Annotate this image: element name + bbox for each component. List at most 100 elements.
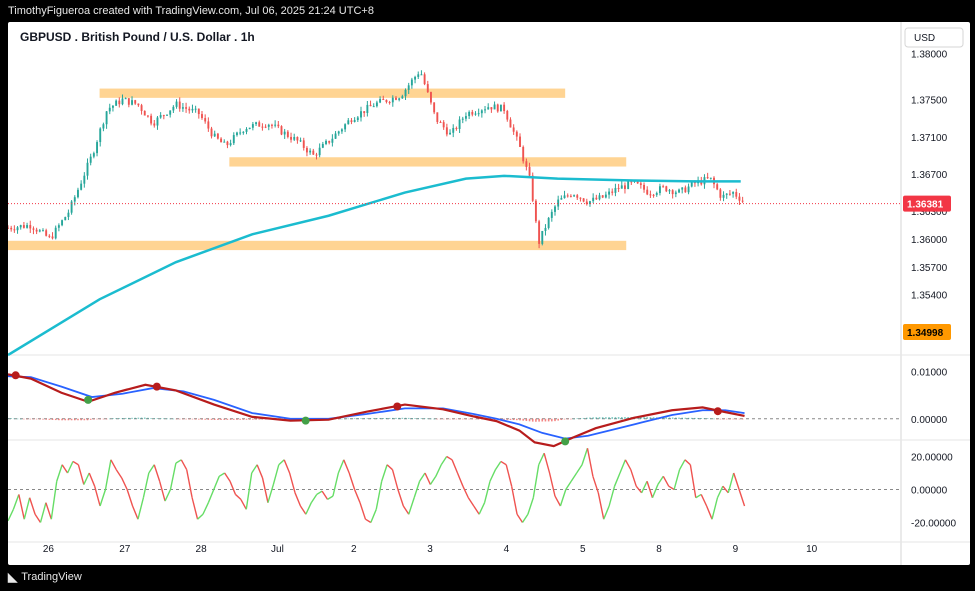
oscillator-segment (359, 502, 367, 520)
chart-canvas[interactable]: GBPUSD . British Pound / U.S. Dollar . 1… (8, 22, 970, 565)
candle-body (681, 187, 684, 190)
candle-body (153, 123, 156, 126)
macd-hist-bar (115, 418, 117, 419)
macd-hist-bar (716, 418, 718, 420)
oscillator-segment (419, 472, 426, 482)
candle-body (220, 138, 223, 143)
candle-body (442, 122, 445, 128)
oscillator-segment (61, 464, 69, 474)
oscillator-segment (34, 513, 42, 523)
candle-body (102, 124, 105, 129)
candle-body (512, 127, 515, 132)
oscillator-segment (337, 459, 345, 474)
candle-body (382, 99, 385, 101)
candle-body (363, 111, 366, 114)
macd-hist-bar (671, 417, 674, 419)
oscillator-segment (451, 459, 459, 474)
macd-hist-bar (395, 417, 397, 419)
candle-body (318, 147, 321, 156)
candle-body (741, 200, 744, 202)
oscillator-segment (684, 459, 691, 466)
macd-hist-bar (528, 418, 531, 422)
macd-hist-bar (166, 418, 168, 420)
oscillator-segment (711, 497, 719, 520)
macd-hist-bar (735, 418, 738, 420)
candle-body (401, 96, 404, 99)
oscillator-segment (126, 489, 134, 507)
time-tick-label: 2 (351, 544, 357, 555)
candle-body (169, 110, 172, 115)
macd-hist-bar (112, 418, 114, 420)
tradingview-footer: ◣ TradingView (8, 570, 82, 584)
macd-hist-bar (350, 418, 353, 420)
oscillator-segment (435, 464, 442, 477)
macd-hist-bar (401, 417, 404, 419)
macd-hist-bar (503, 418, 505, 420)
macd-hist-bar (554, 418, 556, 422)
chart-panel[interactable]: GBPUSD . British Pound / U.S. Dollar . 1… (8, 22, 970, 565)
macd-hist-bar (601, 417, 604, 419)
candle-body (538, 221, 541, 244)
macd-hist-bar (449, 418, 451, 420)
oscillator-segment (375, 481, 383, 510)
candle-body (722, 194, 725, 198)
candle-body (175, 101, 178, 107)
macd-hist-bar (32, 418, 35, 420)
macd-hist-bar (388, 417, 391, 419)
support-resistance-zone (229, 157, 627, 167)
candle-body (728, 193, 731, 195)
oscillator-segment (327, 495, 334, 500)
time-tick-label: 26 (43, 544, 55, 555)
macd-hist-bar (337, 418, 340, 420)
macd-hist-bar (423, 418, 426, 420)
oscillator-segment (348, 472, 356, 490)
candle-body (213, 133, 216, 137)
oscillator-segment (576, 464, 583, 474)
oscillator-segment (272, 464, 280, 485)
time-tick-label: 28 (196, 544, 208, 555)
oscillator-segment (202, 502, 210, 515)
oscillator-segment (700, 494, 708, 507)
macd-hist-bar (392, 417, 394, 419)
candle-body (544, 227, 547, 231)
macd-hist-bar (156, 418, 159, 419)
macd-hist-bar (436, 418, 439, 420)
candle-body (398, 98, 401, 100)
oscillator-segment (603, 505, 610, 520)
oscillator-segment (473, 505, 480, 515)
macd-hist-bar (223, 418, 226, 420)
macd-hist-bar (10, 418, 12, 419)
candle-body (420, 74, 423, 76)
oscillator-segment (353, 489, 361, 503)
oscillator-segment (99, 489, 107, 507)
candle-body (121, 98, 124, 105)
macd-hist-bar (204, 418, 206, 420)
candle-body (417, 74, 420, 77)
candle-body (312, 150, 315, 155)
macd-hist-bar (417, 418, 420, 419)
candle-body (232, 135, 235, 144)
candle-body (458, 119, 461, 129)
macd-hist-bar (519, 418, 521, 421)
candle-body (604, 194, 607, 198)
candle-body (201, 114, 203, 119)
candle-body (105, 111, 108, 125)
candle-body (439, 121, 442, 123)
macd-hist-bar (455, 418, 458, 420)
macd-hist-bar (608, 417, 610, 419)
candle-body (366, 104, 369, 114)
macd-hist-bar (191, 418, 194, 420)
oscillator-segment (402, 505, 410, 515)
candle-body (678, 189, 680, 193)
oscillator-segment (467, 497, 475, 507)
oscillator-segment (570, 472, 578, 482)
macd-hist-bar (538, 418, 540, 422)
macd-hist-bar (232, 418, 235, 420)
macd-tick-label: 0.01000 (911, 368, 948, 379)
macd-hist-bar (344, 418, 346, 420)
candle-body (496, 104, 499, 112)
oscillator-segment (229, 480, 237, 495)
oscillator-segment (429, 475, 437, 485)
candle-body (547, 217, 550, 228)
macd-hist-bar (376, 418, 378, 419)
